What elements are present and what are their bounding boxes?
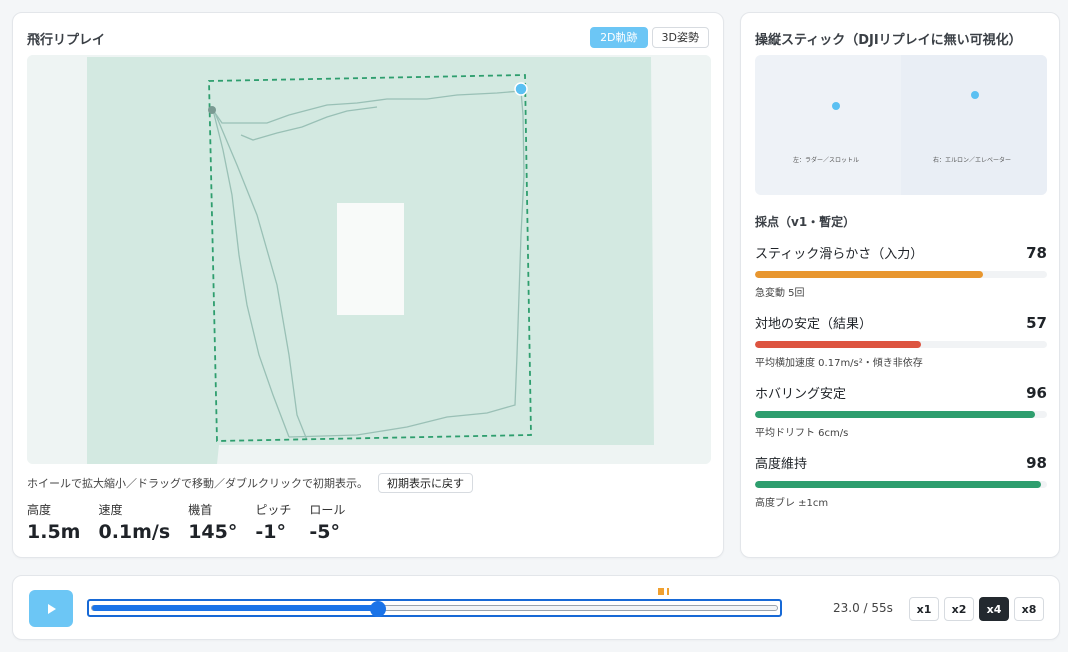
speed-x2-button[interactable]: x2: [944, 597, 974, 621]
telemetry-label: 機首: [188, 503, 213, 517]
score-value: 98: [1026, 454, 1047, 472]
view-2d-button[interactable]: 2D軌跡: [590, 27, 648, 48]
event-marker: [667, 588, 669, 595]
reset-view-button[interactable]: 初期表示に戻す: [378, 473, 473, 493]
time-readout: 23.0 / 55s: [833, 601, 893, 615]
current-position-marker: [514, 82, 528, 96]
speed-x8-button[interactable]: x8: [1014, 597, 1044, 621]
score-bar-fill: [755, 341, 922, 348]
telemetry-roll: ロール -5°: [309, 501, 345, 543]
speed-selector: x1 x2 x4 x8: [909, 597, 1044, 621]
telemetry-value: -5°: [309, 521, 340, 543]
view-3d-button[interactable]: 3D姿勢: [651, 27, 709, 48]
telemetry-label: 高度: [27, 503, 52, 517]
score-label: 高度維持: [755, 457, 808, 472]
telemetry-value: 1.5m: [27, 521, 81, 543]
score-note: 平均ドリフト 6cm/s: [755, 428, 849, 439]
left-stick: 左：ラダー／スロットル: [755, 55, 901, 195]
score-bar: [755, 341, 1047, 348]
no-fly-zone: [337, 203, 404, 315]
flight-map-canvas[interactable]: [27, 55, 711, 464]
timeline-progress: [92, 605, 379, 611]
play-button[interactable]: [29, 590, 73, 627]
left-stick-label: 左：ラダー／スロットル: [793, 157, 860, 164]
score-item: ホバリング安定 96 平均ドリフト 6cm/s: [755, 383, 1047, 439]
telemetry-value: 145°: [188, 521, 238, 543]
score-note: 平均横加速度 0.17m/s²・傾き非依存: [755, 358, 923, 369]
speed-x4-button[interactable]: x4: [979, 597, 1009, 621]
telemetry-readout: 高度 1.5m 速度 0.1m/s 機首 145° ピッチ -1° ロール -5…: [27, 501, 363, 543]
score-item: 高度維持 98 高度ブレ ±1cm: [755, 453, 1047, 509]
score-value: 57: [1026, 314, 1047, 332]
telemetry-value: -1°: [255, 521, 286, 543]
view-mode-toggle: 2D軌跡 3D姿勢: [590, 27, 709, 48]
map-hint-row: ホイールで拡大縮小／ドラッグで移動／ダブルクリックで初期表示。 初期表示に戻す: [27, 473, 473, 493]
right-stick-label: 右：エルロン／エレベーター: [933, 157, 1012, 164]
score-value: 78: [1026, 244, 1047, 262]
timeline-slider[interactable]: [87, 588, 782, 617]
right-stick-dot: [971, 91, 979, 99]
score-note: 急変動 5回: [755, 288, 805, 299]
flight-replay-panel: 飛行リプレイ 2D軌跡 3D姿勢 ホイールで拡大縮小／ドラッグで移動／ダブルクリ…: [12, 12, 724, 558]
score-bar: [755, 411, 1047, 418]
speed-x1-button[interactable]: x1: [909, 597, 939, 621]
timeline-thumb[interactable]: [370, 601, 387, 617]
score-bar: [755, 481, 1047, 488]
score-item: 対地の安定（結果） 57 平均横加速度 0.17m/s²・傾き非依存: [755, 313, 1047, 369]
score-heading: 採点（v1・暫定）: [755, 215, 856, 229]
score-bar: [755, 271, 1047, 278]
telemetry-value: 0.1m/s: [98, 521, 171, 543]
score-item: スティック滑らかさ（入力） 78 急変動 5回: [755, 243, 1047, 299]
left-stick-dot: [832, 102, 840, 110]
sticks-title: 操縦スティック（DJIリプレイに無い可視化）: [755, 33, 1022, 48]
playback-bar: 23.0 / 55s x1 x2 x4 x8: [12, 575, 1060, 640]
score-bar-fill: [755, 411, 1036, 418]
right-stick: 右：エルロン／エレベーター: [901, 55, 1047, 195]
telemetry-label: ピッチ: [255, 503, 292, 517]
score-bar-fill: [755, 481, 1042, 488]
telemetry-heading: 機首 145°: [188, 501, 237, 543]
telemetry-label: 速度: [98, 503, 123, 517]
score-note: 高度ブレ ±1cm: [755, 498, 829, 509]
play-icon: [48, 603, 56, 614]
score-label: スティック滑らかさ（入力）: [755, 247, 924, 262]
telemetry-label: ロール: [309, 503, 346, 517]
map-hint-text: ホイールで拡大縮小／ドラッグで移動／ダブルクリックで初期表示。: [27, 477, 368, 490]
replay-title: 飛行リプレイ: [27, 33, 106, 48]
start-marker: [208, 106, 216, 114]
analysis-panel: 操縦スティック（DJIリプレイに無い可視化） 左：ラダー／スロットル 右：エルロ…: [740, 12, 1060, 558]
event-marker: [658, 588, 664, 595]
stick-visualizer: 左：ラダー／スロットル 右：エルロン／エレベーター: [755, 55, 1047, 195]
flight-map[interactable]: [27, 55, 711, 464]
score-label: ホバリング安定: [755, 387, 847, 402]
telemetry-pitch: ピッチ -1°: [255, 501, 291, 543]
telemetry-altitude: 高度 1.5m: [27, 501, 80, 543]
timeline-track[interactable]: [91, 601, 778, 617]
score-label: 対地の安定（結果）: [755, 317, 873, 332]
score-value: 96: [1026, 384, 1047, 402]
score-bar-fill: [755, 271, 983, 278]
telemetry-speed: 速度 0.1m/s: [98, 501, 170, 543]
